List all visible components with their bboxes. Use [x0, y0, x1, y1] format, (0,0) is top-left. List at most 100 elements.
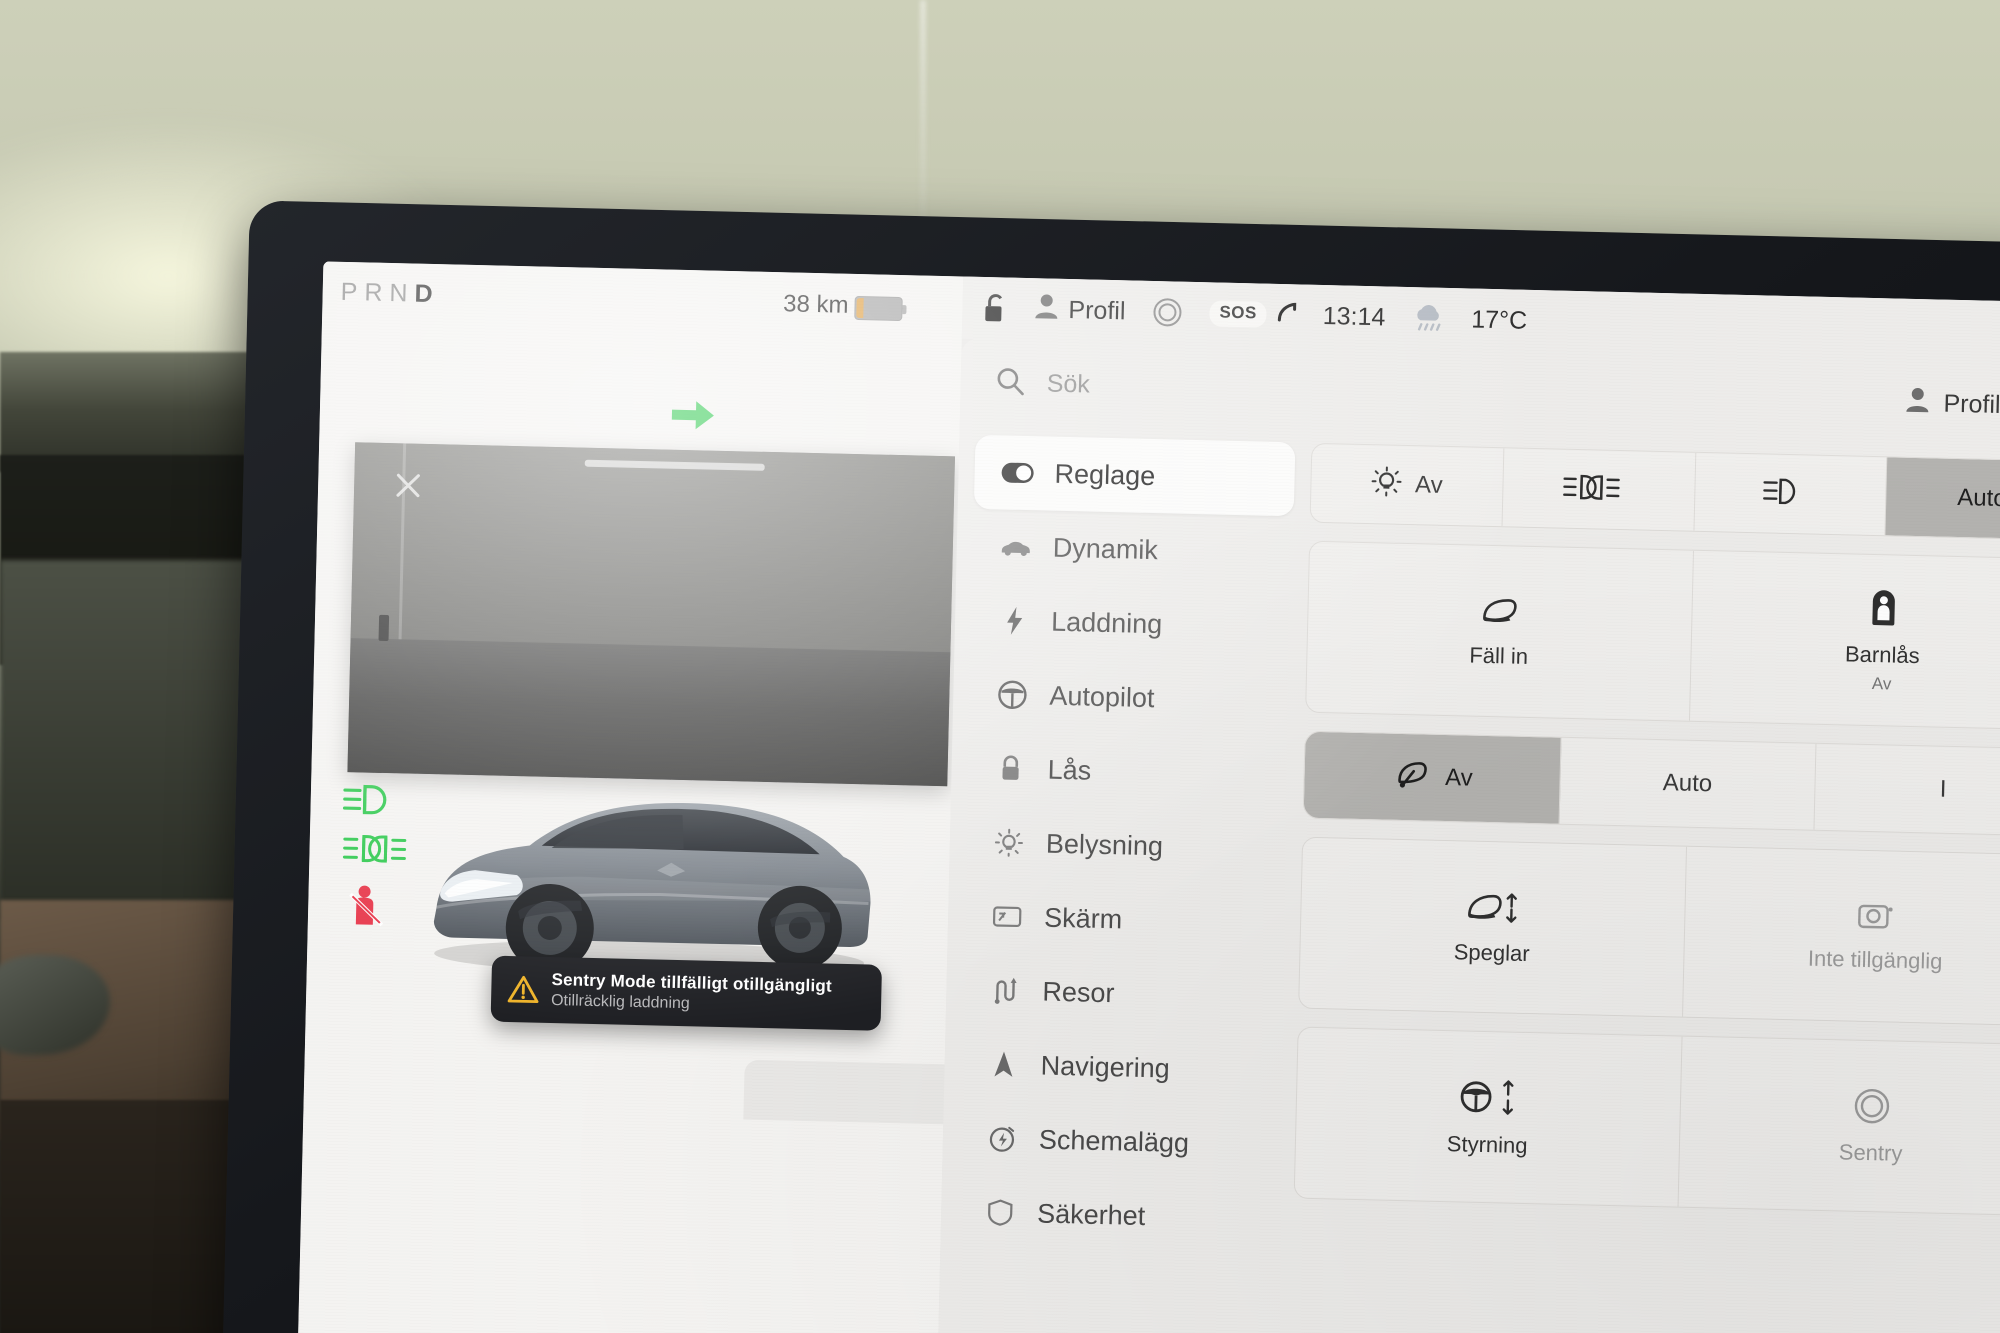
warning-triangle-icon — [507, 974, 540, 1005]
lights-lowbeam-cell[interactable] — [1693, 452, 1888, 536]
settings-panel: Profil SOS 13:14 17°C Sök Profil Reglage… — [936, 276, 2000, 1333]
tile-styrning-label: Styrning — [1446, 1130, 1528, 1158]
tesla-touchscreen[interactable]: PRND 38 km Sentry Mode tillfälligt otill… — [297, 261, 2000, 1333]
parking-lights-icon — [341, 832, 408, 871]
tile-camera-label: Inte tillgänglig — [1807, 945, 1943, 974]
sidebar-item-navigering[interactable]: Navigering — [960, 1027, 1282, 1109]
tiles-row-steering-sentry: Styrning Sentry — [1293, 1026, 2000, 1217]
sidebar-item-autopilot[interactable]: Autopilot — [969, 657, 1291, 739]
steering-wheel-icon — [995, 679, 1030, 710]
parking-lights-icon — [1561, 470, 1622, 508]
gear-indicator: PRND — [340, 277, 440, 309]
settings-surface: Sök Profil Reglage Dynamik Laddning Auto… — [936, 338, 2000, 1333]
search-placeholder: Sök — [1046, 369, 1091, 399]
sidebar-label: Skärm — [1043, 902, 1123, 934]
camera-floor-object — [378, 614, 390, 642]
sentry-circle-icon — [1852, 1086, 1891, 1130]
sidebar-label: Dynamik — [1052, 532, 1159, 565]
gear-letters: PRND — [340, 277, 440, 309]
screenshot-root: PRND 38 km Sentry Mode tillfälligt otill… — [0, 0, 2000, 1333]
wiper-segmented-control[interactable]: Av Auto I — [1302, 730, 2000, 837]
lights-off-cell[interactable]: Av — [1310, 443, 1505, 527]
seatbelt-warning-icon — [346, 884, 387, 934]
wiper-auto-cell[interactable]: Auto — [1559, 737, 1817, 830]
sidebar-label: Säkerhet — [1036, 1198, 1146, 1231]
tile-styrning[interactable]: Styrning — [1294, 1027, 1683, 1207]
sun-bulb-icon — [1371, 466, 1402, 504]
sos-handset-icon — [1276, 300, 1297, 329]
lights-auto-cell[interactable]: Auto — [1885, 457, 2000, 540]
wiper-off-cell[interactable]: Av — [1303, 731, 1562, 824]
rain-cloud-icon — [1411, 304, 1446, 333]
sidebar-item-reglage[interactable]: Reglage — [973, 434, 1296, 517]
lights-parking-cell[interactable] — [1502, 448, 1696, 531]
sidebar-item-skarm[interactable]: Skärm — [963, 879, 1285, 961]
glovebox-circle-icon[interactable] — [1151, 296, 1184, 329]
settings-content: Av Auto Fäll in Barnlås Av Av Auto I Spe… — [1293, 442, 2000, 1217]
schedule-clock-icon — [985, 1123, 1020, 1154]
car-render — [399, 738, 885, 989]
wiper-speed1-cell[interactable]: I — [1815, 744, 2000, 836]
unlock-icon[interactable] — [982, 292, 1009, 325]
temperature-readout[interactable]: 17°C — [1471, 305, 1528, 335]
sidebar-label: Belysning — [1045, 828, 1164, 861]
sidebar-item-belysning[interactable]: Belysning — [965, 805, 1287, 887]
tile-fall-in-label: Fäll in — [1469, 642, 1529, 669]
sidebar-label: Autopilot — [1049, 680, 1155, 713]
sidebar-item-dynamik[interactable]: Dynamik — [972, 509, 1294, 591]
sun-icon — [992, 827, 1027, 858]
wiper-icon — [1391, 757, 1432, 797]
lights-off-label: Av — [1414, 471, 1443, 499]
tile-speglar-label: Speglar — [1453, 938, 1530, 966]
tile-speglar[interactable]: Speglar — [1299, 837, 1687, 1017]
sidebar-item-resor[interactable]: Resor — [962, 953, 1284, 1035]
drive-view: PRND 38 km Sentry Mode tillfälligt otill… — [297, 261, 975, 1333]
sidebar-item-schemalagg[interactable]: Schemalägg — [958, 1101, 1280, 1183]
sentry-mode-toast[interactable]: Sentry Mode tillfälligt otillgängligt Ot… — [490, 955, 883, 1031]
sidebar-item-laddning[interactable]: Laddning — [970, 583, 1292, 665]
sidebar-label: Navigering — [1040, 1050, 1171, 1084]
sidebar-label: Schemalägg — [1038, 1124, 1190, 1158]
person-icon — [1905, 387, 1930, 421]
sidebar-label: Laddning — [1050, 606, 1163, 639]
bottom-sheet-peek[interactable] — [743, 1059, 975, 1125]
camera-wall — [350, 442, 956, 657]
settings-profile-label: Profil — [1943, 389, 2000, 419]
toast-text: Sentry Mode tillfälligt otillgängligt Ot… — [551, 969, 832, 1017]
sidebar-item-sakerhet[interactable]: Säkerhet — [956, 1175, 1278, 1257]
tiles-row-mirrors-childlock: Fäll in Barnlås Av — [1305, 540, 2000, 731]
mirror-adjust-icon — [1461, 888, 1524, 930]
child-lock-icon — [1866, 586, 1901, 632]
settings-profile-button[interactable]: Profil — [1905, 387, 2000, 422]
search-icon — [994, 365, 1025, 401]
search-field[interactable]: Sök — [960, 364, 1090, 402]
profile-button[interactable]: Profil — [1034, 293, 1126, 328]
rear-camera-view[interactable] — [347, 442, 956, 787]
profile-label: Profil — [1068, 295, 1126, 325]
tile-barnlas[interactable]: Barnlås Av — [1689, 551, 2000, 730]
low-beam-icon — [1761, 475, 1806, 513]
battery-icon — [854, 295, 907, 322]
tiles-row-mirrors-camera: Speglar Inte tillgänglig — [1298, 836, 2000, 1027]
tile-fall-in[interactable]: Fäll in — [1306, 541, 1694, 721]
wiper-off-label: Av — [1444, 763, 1474, 792]
tile-barnlas-label: Barnlås — [1844, 640, 1920, 668]
sos-button[interactable]: SOS — [1209, 299, 1297, 330]
tile-camera-unavailable: Inte tillgänglig — [1683, 847, 2000, 1026]
wiper-control: Av Auto I — [1302, 730, 2000, 837]
sos-label: SOS — [1209, 300, 1268, 328]
green-right-arrow-icon — [670, 398, 717, 433]
clock[interactable]: 13:14 — [1322, 301, 1385, 331]
navigation-arrow-icon — [986, 1049, 1021, 1080]
tile-sentry[interactable]: Sentry — [1678, 1037, 2000, 1216]
sidebar-label: Lås — [1047, 754, 1092, 786]
wiper-speed1-label: I — [1939, 775, 1947, 803]
trips-icon — [988, 975, 1023, 1006]
mirror-fold-icon — [1474, 593, 1525, 633]
lights-segmented-control[interactable]: Av Auto — [1309, 442, 2000, 541]
camera-icon — [1856, 899, 1897, 937]
car-icon — [999, 536, 1033, 557]
lights-auto-label: Auto — [1956, 483, 2000, 513]
sidebar-item-las[interactable]: Lås — [967, 731, 1289, 813]
close-icon[interactable] — [390, 467, 427, 504]
